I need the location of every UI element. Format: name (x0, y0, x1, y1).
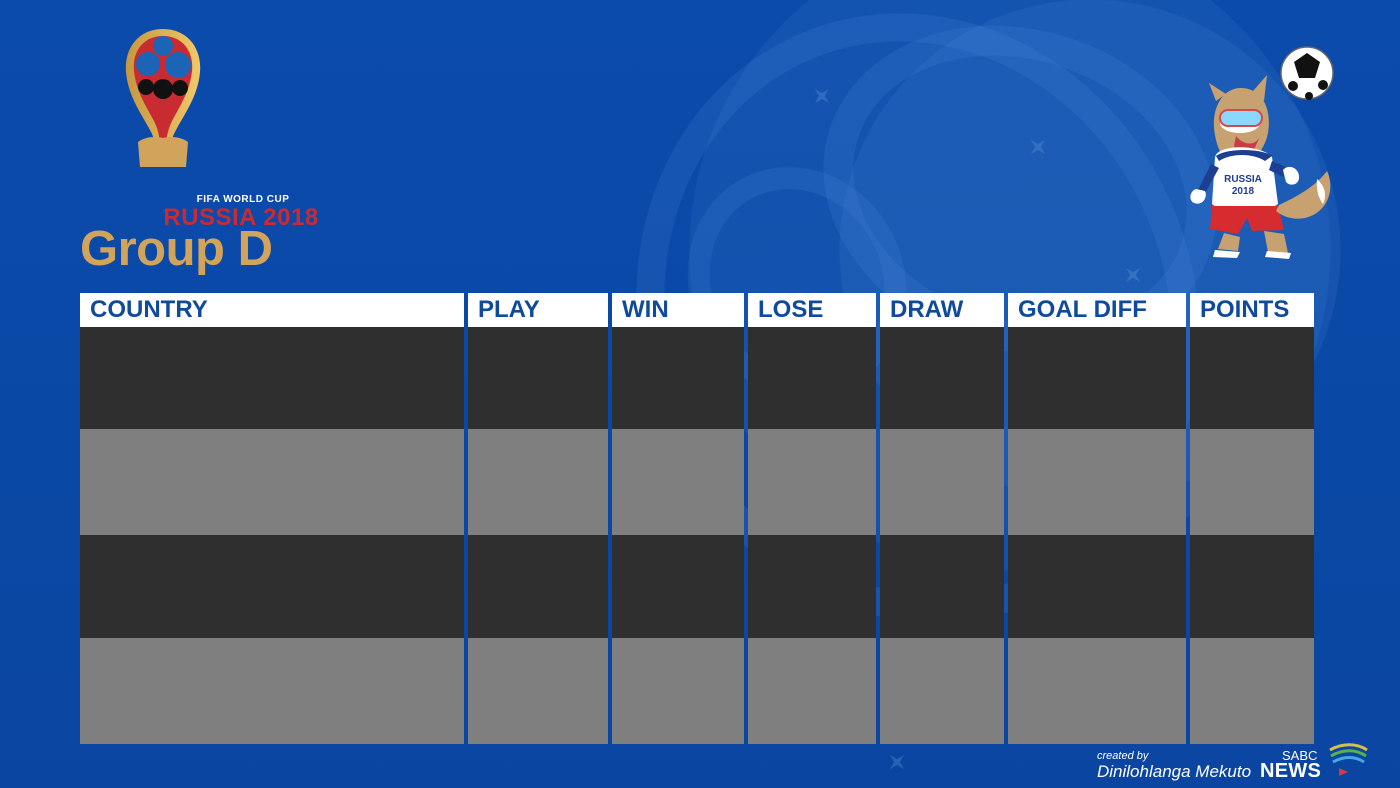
table-cell (748, 638, 876, 744)
world-cup-logo: FIFA WORLD CUP RUSSIA 2018 (78, 24, 318, 230)
table-cell (1008, 327, 1186, 429)
table-cell (880, 638, 1004, 744)
table-cell (468, 535, 608, 638)
trophy-icon (125, 29, 201, 167)
group-title: Group D (80, 222, 273, 276)
table-cell (748, 429, 876, 535)
table-cell (1008, 535, 1186, 638)
background-star-icon (883, 748, 911, 776)
standings-table: COUNTRY PLAY WIN LOSE DRAW GOAL DIFF POINTS (80, 293, 1314, 744)
table-cell (612, 535, 744, 638)
table-cell (612, 429, 744, 535)
news-label: NEWS (1260, 760, 1322, 782)
table-cell (1190, 638, 1314, 744)
column-header: PLAY (468, 293, 608, 327)
mascot-shirt-text-line2: 2018 (1232, 186, 1255, 197)
table-cell (80, 638, 464, 744)
table-cell (468, 638, 608, 744)
column-header: GOAL DIFF (1008, 293, 1186, 327)
table-cell (80, 327, 464, 429)
table-cell (1190, 327, 1314, 429)
column-header: POINTS (1190, 293, 1314, 327)
table-cell (748, 327, 876, 429)
column-header: DRAW (880, 293, 1004, 327)
creator-name: Dinilohlanga Mekuto (1097, 762, 1252, 781)
column-header: COUNTRY (80, 293, 464, 327)
table-cell (612, 638, 744, 744)
table-cell (612, 327, 744, 429)
column-header: WIN (612, 293, 744, 327)
created-by-label: created by (1097, 750, 1149, 762)
table-cell (80, 429, 464, 535)
table-cell (1190, 535, 1314, 638)
table-cell (468, 327, 608, 429)
sabc-news-logo-icon (1329, 743, 1368, 776)
table-cell (1008, 429, 1186, 535)
mascot-illustration: RUSSIA 2018 (1180, 40, 1350, 260)
table-cell (468, 429, 608, 535)
table-cell (80, 535, 464, 638)
mascot-shirt-text-line1: RUSSIA (1224, 174, 1262, 185)
table-cell (880, 429, 1004, 535)
table-cell (880, 327, 1004, 429)
table-cell (1190, 429, 1314, 535)
column-header: LOSE (748, 293, 876, 327)
table-cell (748, 535, 876, 638)
table-cell (880, 535, 1004, 638)
mascot-wolf-icon: RUSSIA 2018 (1190, 46, 1334, 259)
table-cell (1008, 638, 1186, 744)
